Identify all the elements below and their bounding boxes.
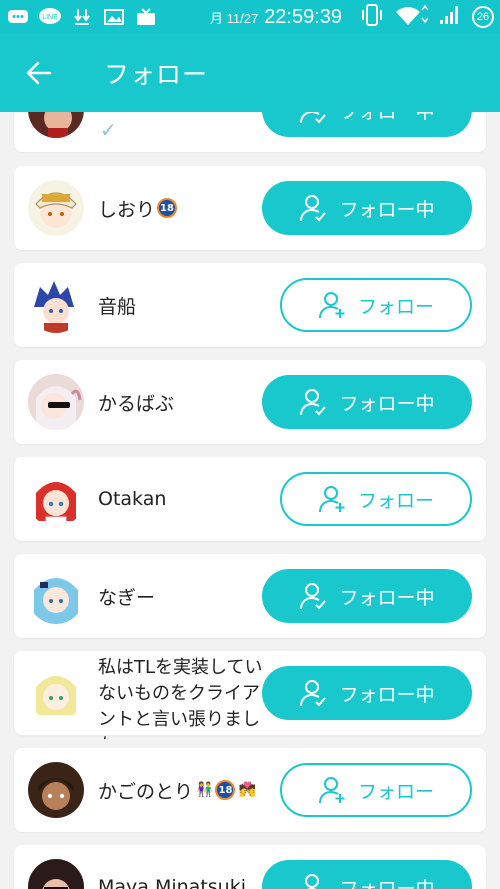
avatar[interactable]: [28, 665, 84, 721]
chat-icon: [6, 7, 30, 27]
user-check-icon: [299, 872, 329, 889]
app-bar: フォロー: [0, 34, 500, 112]
button-label: フォロー中: [339, 392, 435, 415]
button-label: フォロー: [357, 489, 434, 512]
user-name[interactable]: Maya Minatsuki: [98, 845, 278, 889]
arrow-left-icon: [26, 61, 52, 85]
button-label: フォロー中: [339, 586, 435, 609]
status-time: 22:59:39: [264, 5, 343, 28]
battery-indicator: 26: [472, 6, 494, 28]
user-check-icon: [299, 112, 329, 125]
line-icon: LINE: [38, 7, 62, 27]
follow-list[interactable]: ✓ フォロー中 しおり 18 フォロー中 音船: [0, 112, 500, 889]
button-label: フォロー: [357, 780, 434, 803]
user-name[interactable]: かごのとり 👫 18 💏: [98, 748, 258, 832]
signal-icon: [438, 4, 462, 31]
following-button[interactable]: フォロー中: [262, 375, 472, 429]
user-name[interactable]: しおり 18: [98, 166, 258, 250]
user-check-icon: [299, 678, 329, 708]
list-item: かるばぶ フォロー中: [14, 360, 486, 444]
list-item: Otakan フォロー: [14, 457, 486, 541]
following-button[interactable]: フォロー中: [262, 569, 472, 623]
user-name[interactable]: 音船: [98, 263, 258, 347]
list-item: なぎー フォロー中: [14, 554, 486, 638]
tv-icon: [134, 7, 158, 27]
user-add-icon: [318, 484, 348, 514]
following-button[interactable]: フォロー中: [262, 860, 472, 889]
svg-text:LINE: LINE: [42, 14, 58, 21]
wifi-icon: [394, 4, 429, 31]
verified-check-icon: ✓: [100, 118, 117, 142]
avatar[interactable]: [28, 180, 84, 236]
list-item: かごのとり 👫 18 💏 フォロー: [14, 748, 486, 832]
list-item: Maya Minatsuki フォロー中: [14, 845, 486, 889]
list-item: ✓ フォロー中: [14, 112, 486, 152]
people-emoji-icon: 👫: [196, 782, 214, 798]
list-item: しおり 18 フォロー中: [14, 166, 486, 250]
avatar[interactable]: [28, 859, 84, 889]
avatar[interactable]: [28, 112, 84, 138]
age-18-badge: 18: [157, 198, 178, 218]
avatar[interactable]: [28, 471, 84, 527]
button-label: フォロー: [357, 295, 434, 318]
page-title: フォロー: [104, 60, 209, 89]
user-name[interactable]: 私はTLを実装していないものをクライアントと言い張りました: [98, 651, 268, 739]
follow-button[interactable]: フォロー: [280, 472, 472, 526]
status-bar: LINE 月 11/27 22:59:39 26: [0, 0, 500, 34]
user-add-icon: [318, 290, 348, 320]
user-add-icon: [318, 775, 348, 805]
status-date: 月 11/27: [210, 10, 259, 26]
list-item: 音船 フォロー: [14, 263, 486, 347]
download-icon: [70, 7, 94, 27]
back-button[interactable]: [14, 48, 64, 98]
avatar[interactable]: [28, 762, 84, 818]
avatar[interactable]: [28, 568, 84, 624]
button-label: フォロー中: [339, 877, 435, 889]
user-check-icon: [299, 193, 329, 223]
vibrate-icon: [360, 3, 384, 31]
user-name[interactable]: Otakan: [98, 457, 258, 541]
button-label: フォロー中: [339, 112, 434, 124]
age-18-badge: 18: [215, 780, 236, 800]
list-item: 私はTLを実装していないものをクライアントと言い張りました フォロー中: [14, 651, 486, 739]
user-check-icon: [299, 581, 329, 611]
follow-button[interactable]: フォロー: [280, 278, 472, 332]
button-label: フォロー中: [339, 683, 435, 706]
user-check-icon: [299, 387, 329, 417]
user-name[interactable]: なぎー: [98, 554, 258, 638]
following-button[interactable]: フォロー中: [262, 112, 472, 137]
user-name[interactable]: かるばぶ: [98, 360, 258, 444]
kiss-emoji-icon: 💏: [238, 782, 256, 798]
follow-button[interactable]: フォロー: [280, 763, 472, 817]
following-button[interactable]: フォロー中: [262, 181, 472, 235]
button-label: フォロー中: [339, 198, 435, 221]
following-button[interactable]: フォロー中: [262, 666, 472, 720]
avatar[interactable]: [28, 374, 84, 430]
image-icon: [102, 7, 126, 27]
avatar[interactable]: [28, 277, 84, 333]
